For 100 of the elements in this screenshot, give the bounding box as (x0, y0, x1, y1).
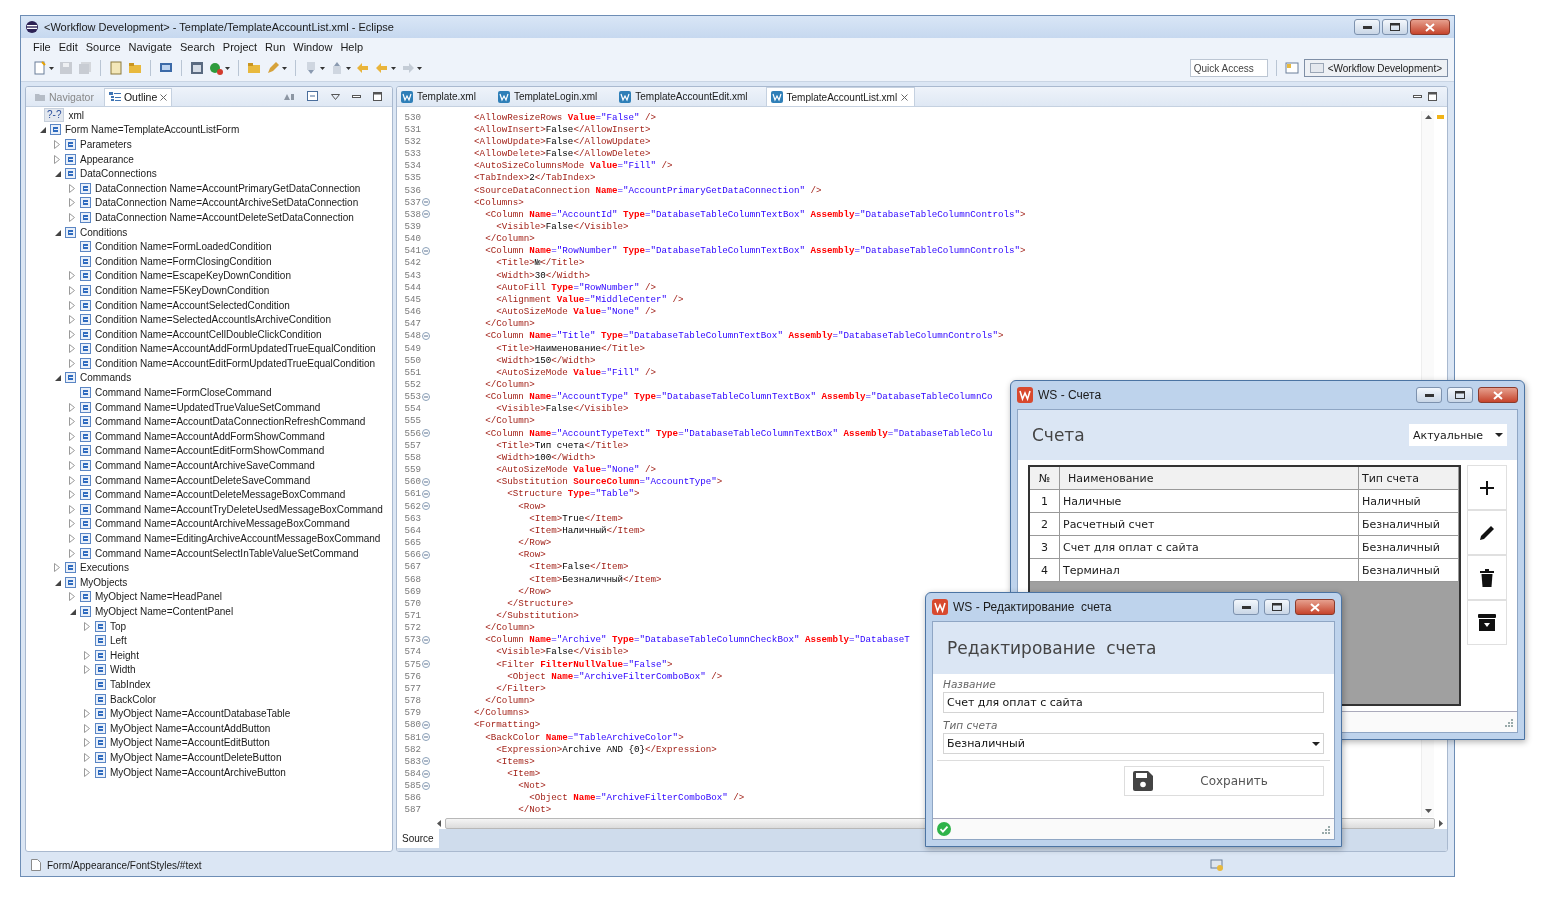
save-button[interactable]: Сохранить (1124, 766, 1324, 796)
tree-item[interactable]: DataConnection Name=AccountPrimaryGetDataConnection (95, 182, 361, 194)
collapsed-arrow-icon[interactable] (84, 723, 90, 733)
fold-icon[interactable] (421, 769, 430, 778)
editor-tab[interactable]: TemplateAccountEdit.xml (615, 87, 766, 106)
expanded-arrow-icon[interactable] (53, 170, 61, 178)
menu-item[interactable]: Search (176, 38, 219, 55)
tree-item[interactable]: Command Name=FormCloseCommand (95, 387, 272, 399)
minimize-button[interactable] (1354, 19, 1380, 35)
fold-icon[interactable] (421, 246, 430, 255)
expanded-arrow-icon[interactable] (38, 126, 46, 134)
tree-item[interactable]: Condition Name=AccountAddFormUpdatedTrueEqualCondition (95, 343, 376, 355)
collapsed-arrow-icon[interactable] (69, 300, 75, 310)
menu-item[interactable]: Navigate (124, 38, 176, 55)
tree-item[interactable]: Condition Name=EscapeKeyDownCondition (95, 270, 291, 282)
collapsed-arrow-icon[interactable] (69, 344, 75, 354)
collapsed-arrow-icon[interactable] (69, 592, 75, 602)
collapsed-arrow-icon[interactable] (84, 767, 90, 777)
tree-item[interactable]: MyObject Name=HeadPanel (95, 591, 222, 603)
quick-access-field[interactable]: Quick Access (1189, 59, 1268, 77)
caret-icon[interactable] (417, 66, 422, 70)
run-icon[interactable] (209, 61, 223, 75)
collapsed-arrow-icon[interactable] (69, 183, 75, 193)
collapsed-arrow-icon[interactable] (54, 154, 60, 164)
source-tab[interactable]: Source (397, 829, 439, 848)
resize-grip-icon[interactable] (1321, 824, 1330, 834)
tree-item[interactable]: xml (68, 109, 84, 121)
minimize-icon[interactable] (1413, 95, 1422, 98)
tree-item[interactable]: Appearance (80, 153, 134, 165)
column-header[interactable]: Тип счета (1359, 467, 1459, 489)
collapsed-arrow-icon[interactable] (69, 198, 75, 208)
tree-item[interactable]: Condition Name=FormClosingCondition (95, 255, 272, 267)
collapsed-arrow-icon[interactable] (84, 752, 90, 762)
collapsed-arrow-icon[interactable] (54, 140, 60, 149)
tree-item[interactable]: MyObject Name=AccountArchiveButton (110, 766, 286, 778)
expanded-arrow-icon[interactable] (53, 578, 61, 586)
caret-icon[interactable] (391, 66, 396, 70)
tree-item[interactable]: Top (110, 620, 127, 632)
tree-item[interactable]: DataConnection Name=AccountDeleteSetDataConnection (95, 211, 354, 223)
tree-item[interactable]: Executions (80, 562, 129, 574)
caret-icon[interactable] (225, 66, 230, 70)
tree-item[interactable]: MyObject Name=AccountDatabaseTable (110, 708, 291, 720)
caret-icon[interactable] (49, 66, 54, 70)
tree-item[interactable]: Command Name=AccountTryDeleteUsedMessageBoxCommand (95, 503, 383, 515)
archive-button[interactable] (1467, 600, 1507, 645)
menu-item[interactable]: Help (336, 38, 368, 55)
edit-button[interactable] (1467, 510, 1507, 555)
folder-icon[interactable] (128, 61, 142, 75)
close-button[interactable] (1410, 19, 1450, 35)
menu-item[interactable]: Source (81, 38, 125, 55)
tree-item[interactable]: Form Name=TemplateAccountListForm (65, 124, 240, 136)
collapsed-arrow-icon[interactable] (69, 519, 75, 529)
tree-item[interactable]: Command Name=AccountArchiveMessageBoxCommand (95, 518, 350, 530)
tree-item[interactable]: MyObject Name=AccountAddButton (110, 722, 271, 734)
fold-icon[interactable] (421, 781, 430, 790)
tree-item[interactable]: Condition Name=AccountEditFormUpdatedTrueEqualCondition (95, 357, 376, 369)
collapse-all-icon[interactable] (307, 91, 319, 102)
tree-item[interactable]: MyObject Name=AccountEditButton (110, 737, 270, 749)
column-header[interactable]: Наименование (1060, 467, 1359, 489)
menu-item[interactable]: File (29, 38, 55, 55)
collapsed-arrow-icon[interactable] (69, 431, 75, 441)
editor-tab[interactable]: TemplateLogin.xml (493, 87, 616, 106)
collapsed-arrow-icon[interactable] (69, 271, 75, 281)
close-button[interactable] (1478, 387, 1518, 403)
filter-dropdown[interactable]: Актуальные (1409, 424, 1507, 446)
resize-grip-icon[interactable] (1504, 717, 1513, 727)
fold-icon[interactable] (421, 720, 430, 729)
collapsed-arrow-icon[interactable] (69, 285, 75, 295)
tree-item[interactable]: Condition Name=FormLoadedCondition (95, 241, 272, 253)
open-perspective-icon[interactable] (1284, 61, 1299, 75)
collapsed-arrow-icon[interactable] (84, 650, 90, 660)
minimize-icon[interactable] (352, 95, 361, 98)
tree-item[interactable]: Commands (80, 372, 132, 384)
collapsed-arrow-icon[interactable] (69, 504, 75, 514)
tree-item[interactable]: Command Name=UpdatedTrueValueSetCommand (95, 401, 321, 413)
fold-icon[interactable] (421, 331, 430, 340)
view-tab[interactable]: Outline (103, 87, 173, 106)
tree-item[interactable]: Command Name=AccountDataConnectionRefreshCommand (95, 416, 366, 428)
collapsed-arrow-icon[interactable] (69, 315, 75, 325)
column-header[interactable]: № (1030, 467, 1060, 489)
tree-item[interactable]: MyObject Name=ContentPanel (95, 606, 234, 617)
account-type-dropdown[interactable]: Безналичный (943, 733, 1324, 754)
minimize-button[interactable] (1416, 387, 1442, 403)
fold-icon[interactable] (421, 660, 430, 669)
tree-item[interactable]: MyObject Name=AccountDeleteButton (110, 751, 282, 763)
fold-icon[interactable] (421, 489, 430, 498)
caret-icon[interactable] (320, 66, 325, 70)
fold-icon[interactable] (421, 757, 430, 766)
tree-item[interactable]: Condition Name=AccountCellDoubleClickCondition (95, 328, 322, 340)
collapsed-arrow-icon[interactable] (69, 461, 75, 471)
warning-marker[interactable] (1437, 115, 1444, 119)
tree-item[interactable]: Command Name=AccountDeleteMessageBoxCommand (95, 489, 346, 501)
menu-item[interactable]: Run (261, 38, 290, 55)
tree-item[interactable]: TabIndex (110, 678, 151, 690)
tree-item[interactable]: DataConnection Name=AccountArchiveSetDataConnection (95, 197, 359, 209)
delete-button[interactable] (1467, 555, 1507, 600)
sort-icon[interactable] (283, 91, 295, 102)
editor-tab[interactable]: TemplateAccountList.xml (765, 87, 916, 106)
menu-item[interactable]: Project (218, 38, 262, 55)
collapsed-arrow-icon[interactable] (54, 563, 60, 573)
